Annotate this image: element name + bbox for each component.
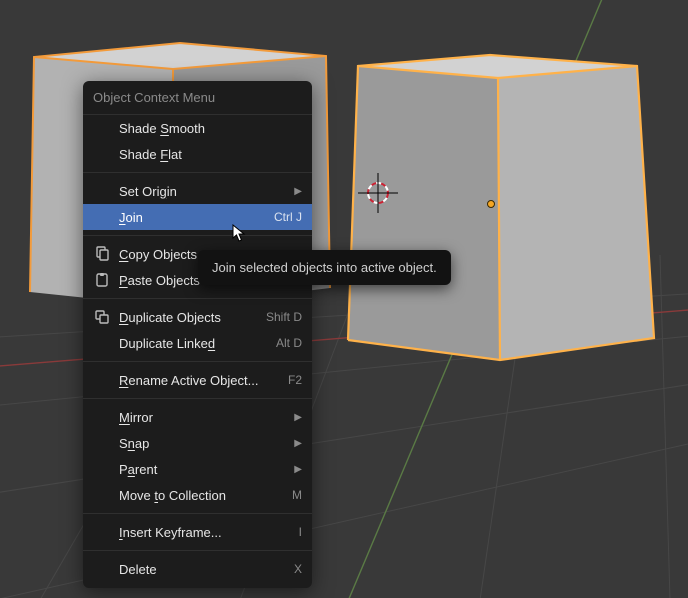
menu-item-label: Mirror bbox=[119, 410, 284, 425]
menu-separator bbox=[83, 513, 312, 514]
menu-shade-flat[interactable]: Shade Flat bbox=[83, 141, 312, 167]
menu-item-label: Join bbox=[119, 210, 264, 225]
menu-item-label: Snap bbox=[119, 436, 284, 451]
menu-item-label: Duplicate Objects bbox=[119, 310, 256, 325]
object-context-menu: Object Context Menu Shade Smooth Shade F… bbox=[83, 81, 312, 588]
paste-icon bbox=[93, 271, 111, 289]
menu-separator bbox=[83, 398, 312, 399]
chevron-right-icon: ▶ bbox=[294, 186, 302, 197]
tooltip-text: Join selected objects into active object… bbox=[212, 260, 437, 275]
menu-separator bbox=[83, 298, 312, 299]
menu-title: Object Context Menu bbox=[83, 81, 312, 115]
menu-delete[interactable]: Delete X bbox=[83, 556, 312, 582]
chevron-right-icon: ▶ bbox=[294, 412, 302, 423]
menu-shade-smooth[interactable]: Shade Smooth bbox=[83, 115, 312, 141]
menu-separator bbox=[83, 172, 312, 173]
menu-item-label: Set Origin bbox=[119, 184, 284, 199]
menu-snap[interactable]: Snap ▶ bbox=[83, 430, 312, 456]
menu-separator bbox=[83, 550, 312, 551]
menu-mirror[interactable]: Mirror ▶ bbox=[83, 404, 312, 430]
menu-item-shortcut: I bbox=[299, 525, 302, 539]
menu-item-label: Duplicate Linked bbox=[119, 336, 266, 351]
menu-rename[interactable]: Rename Active Object... F2 bbox=[83, 367, 312, 393]
cube-right[interactable] bbox=[348, 55, 654, 360]
duplicate-icon bbox=[93, 308, 111, 326]
menu-item-label: Delete bbox=[119, 562, 284, 577]
menu-separator bbox=[83, 361, 312, 362]
menu-separator bbox=[83, 235, 312, 236]
menu-item-label: Shade Flat bbox=[119, 147, 302, 162]
origin-dot bbox=[488, 201, 495, 208]
menu-duplicate-objects[interactable]: Duplicate Objects Shift D bbox=[83, 304, 312, 330]
copy-icon bbox=[93, 245, 111, 263]
menu-item-shortcut: Alt D bbox=[276, 336, 302, 350]
menu-item-shortcut: M bbox=[292, 488, 302, 502]
menu-item-shortcut: Shift D bbox=[266, 310, 302, 324]
tooltip: Join selected objects into active object… bbox=[198, 250, 451, 285]
menu-join[interactable]: Join Ctrl J bbox=[83, 204, 312, 230]
menu-set-origin[interactable]: Set Origin ▶ bbox=[83, 178, 312, 204]
menu-move-to-collection[interactable]: Move to Collection M bbox=[83, 482, 312, 508]
menu-item-label: Rename Active Object... bbox=[119, 373, 278, 388]
chevron-right-icon: ▶ bbox=[294, 438, 302, 449]
menu-item-label: Parent bbox=[119, 462, 284, 477]
menu-item-shortcut: F2 bbox=[288, 373, 302, 387]
menu-item-label: Shade Smooth bbox=[119, 121, 302, 136]
menu-duplicate-linked[interactable]: Duplicate Linked Alt D bbox=[83, 330, 312, 356]
menu-item-label: Insert Keyframe... bbox=[119, 525, 289, 540]
menu-item-shortcut: Ctrl J bbox=[274, 210, 302, 224]
menu-parent[interactable]: Parent ▶ bbox=[83, 456, 312, 482]
menu-item-label: Move to Collection bbox=[119, 488, 282, 503]
menu-insert-keyframe[interactable]: Insert Keyframe... I bbox=[83, 519, 312, 545]
chevron-right-icon: ▶ bbox=[294, 464, 302, 475]
menu-item-shortcut: X bbox=[294, 562, 302, 576]
